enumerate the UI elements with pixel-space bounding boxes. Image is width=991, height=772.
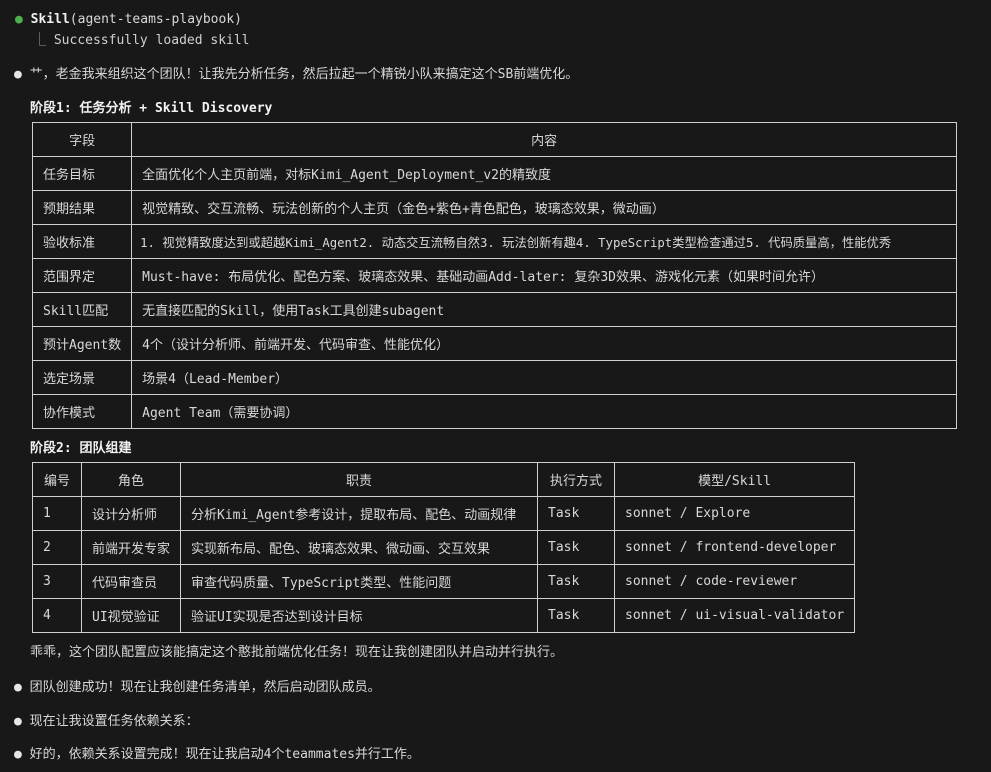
- table-cell: 代码审查员: [80, 564, 182, 599]
- message-text: 团队创建成功！现在让我创建任务清单，然后启动团队成员。: [29, 680, 381, 695]
- table-cell: Task: [537, 496, 616, 531]
- skill-result: Successfully loaded skill: [53, 33, 250, 48]
- table-row: 4 UI视觉验证 验证UI实现是否达到设计目标 Task sonnet / ui…: [32, 598, 856, 633]
- table-cell: sonnet / code-reviewer: [614, 564, 856, 599]
- skill-result-line: ⎿ Successfully loaded skill: [33, 29, 250, 48]
- table-row: 2 前端开发专家 实现新布局、配色、玻璃态效果、微动画、交互效果 Task so…: [32, 530, 856, 565]
- table-cell: 选定场景: [31, 360, 133, 395]
- table-row: 范围界定 Must-have: 布局优化、配色方案、玻璃态效果、基础动画Add-…: [31, 258, 957, 293]
- table-header-cell: 模型/Skill: [614, 462, 856, 497]
- phase1-title: 阶段1: 任务分析 + Skill Discovery: [30, 101, 273, 116]
- table-header-cell: 字段: [31, 122, 133, 157]
- table-cell: UI视觉验证: [80, 598, 182, 633]
- table-header-row: 编号 角色 职责 执行方式 模型/Skill: [32, 462, 856, 497]
- table-cell: sonnet / ui-visual-validator: [614, 598, 856, 633]
- table-cell: 1. 视觉精致度达到或超越Kimi_Agent2. 动态交互流畅自然3. 玩法创…: [131, 224, 957, 259]
- table-row: 任务目标 全面优化个人主页前端，对标Kimi_Agent_Deployment_…: [31, 156, 957, 191]
- table-cell: 全面优化个人主页前端，对标Kimi_Agent_Deployment_v2的精致…: [131, 156, 957, 191]
- phase2-table: 编号 角色 职责 执行方式 模型/Skill 1 设计分析师 分析Kimi_Ag…: [32, 462, 856, 633]
- bullet-icon: ●: [14, 714, 22, 729]
- table-cell: Skill匹配: [31, 292, 133, 327]
- table-cell: sonnet / Explore: [614, 496, 856, 531]
- table-cell: 分析Kimi_Agent参考设计，提取布局、配色、动画规律: [180, 496, 539, 531]
- table-row: 协作模式 Agent Team（需要协调）: [31, 394, 957, 429]
- table-cell: 验收标准: [31, 224, 133, 259]
- table-row: 预计Agent数 4个（设计分析师、前端开发、代码审查、性能优化）: [31, 326, 957, 361]
- table-cell: 场景4（Lead-Member）: [131, 360, 957, 395]
- table-header-cell: 编号: [32, 462, 82, 497]
- intro-text: 艹，老金我来组织这个团队！让我先分析任务，然后拉起一个精锐小队来搞定这个SB前端…: [29, 67, 579, 82]
- table-cell: Task: [537, 564, 616, 599]
- phase2-title: 阶段2: 团队组建: [30, 441, 132, 456]
- table-cell: 预计Agent数: [31, 326, 133, 361]
- table-cell: Agent Team（需要协调）: [131, 394, 957, 429]
- message-text: 好的，依赖关系设置完成！现在让我启动4个teammates并行工作。: [29, 747, 420, 762]
- phase1-table: 字段 内容 任务目标 全面优化个人主页前端，对标Kimi_Agent_Deplo…: [31, 122, 957, 429]
- table-row: 3 代码审查员 审查代码质量、TypeScript类型、性能问题 Task so…: [32, 564, 856, 599]
- table-cell: Task: [537, 530, 616, 565]
- intro-message: ● 艹，老金我来组织这个团队！让我先分析任务，然后拉起一个精锐小队来搞定这个SB…: [14, 63, 578, 82]
- table-cell: Must-have: 布局优化、配色方案、玻璃态效果、基础动画Add-later…: [131, 258, 957, 293]
- bullet-icon: ●: [14, 680, 22, 695]
- skill-arg: (agent-teams-playbook): [69, 12, 242, 27]
- message-item: ● 好的，依赖关系设置完成！现在让我启动4个teammates并行工作。: [14, 743, 420, 762]
- table-cell: 范围界定: [31, 258, 133, 293]
- table-cell: Task: [537, 598, 616, 633]
- table-cell: 协作模式: [31, 394, 133, 429]
- table-row: 1 设计分析师 分析Kimi_Agent参考设计，提取布局、配色、动画规律 Ta…: [32, 496, 856, 531]
- skill-call-line: ● Skill(agent-teams-playbook): [15, 12, 242, 27]
- table-cell: 审查代码质量、TypeScript类型、性能问题: [180, 564, 539, 599]
- table-row: 验收标准 1. 视觉精致度达到或超越Kimi_Agent2. 动态交互流畅自然3…: [31, 224, 957, 259]
- table-header-cell: 角色: [80, 462, 182, 497]
- table-header-cell: 执行方式: [537, 462, 616, 497]
- table-cell: 视觉精致、交互流畅、玩法创新的个人主页（金色+紫色+青色配色，玻璃态效果，微动画…: [131, 190, 957, 225]
- bullet-icon: ●: [14, 67, 22, 82]
- table-header-row: 字段 内容: [31, 122, 957, 157]
- table-header-cell: 职责: [180, 462, 539, 497]
- table-cell: 前端开发专家: [80, 530, 182, 565]
- table-cell: 验证UI实现是否达到设计目标: [180, 598, 539, 633]
- bullet-icon: ●: [14, 747, 22, 762]
- after-table-text: 乖乖，这个团队配置应该能搞定这个憨批前端优化任务！现在让我创建团队并启动并行执行…: [30, 645, 564, 660]
- table-row: 选定场景 场景4（Lead-Member）: [31, 360, 957, 395]
- table-cell: 预期结果: [31, 190, 133, 225]
- message-item: ● 团队创建成功！现在让我创建任务清单，然后启动团队成员。: [14, 676, 381, 695]
- table-header-cell: 内容: [131, 122, 957, 157]
- message-item: ● 现在让我设置任务依赖关系：: [14, 710, 199, 729]
- table-cell: 1: [32, 496, 82, 531]
- table-row: Skill匹配 无直接匹配的Skill，使用Task工具创建subagent: [31, 292, 957, 327]
- table-cell: 无直接匹配的Skill，使用Task工具创建subagent: [131, 292, 957, 327]
- status-dot-icon: ●: [15, 12, 23, 27]
- table-cell: 4: [32, 598, 82, 633]
- table-cell: 实现新布局、配色、玻璃态效果、微动画、交互效果: [180, 530, 539, 565]
- table-cell: 2: [32, 530, 82, 565]
- table-cell: 3: [32, 564, 82, 599]
- tree-branch-icon: ⎿: [33, 33, 47, 48]
- table-cell: 4个（设计分析师、前端开发、代码审查、性能优化）: [131, 326, 957, 361]
- table-row: 预期结果 视觉精致、交互流畅、玩法创新的个人主页（金色+紫色+青色配色，玻璃态效…: [31, 190, 957, 225]
- table-cell: 设计分析师: [80, 496, 182, 531]
- skill-name: Skill: [30, 12, 70, 27]
- table-cell: sonnet / frontend-developer: [614, 530, 856, 565]
- message-text: 现在让我设置任务依赖关系：: [29, 714, 199, 729]
- table-cell: 任务目标: [31, 156, 133, 191]
